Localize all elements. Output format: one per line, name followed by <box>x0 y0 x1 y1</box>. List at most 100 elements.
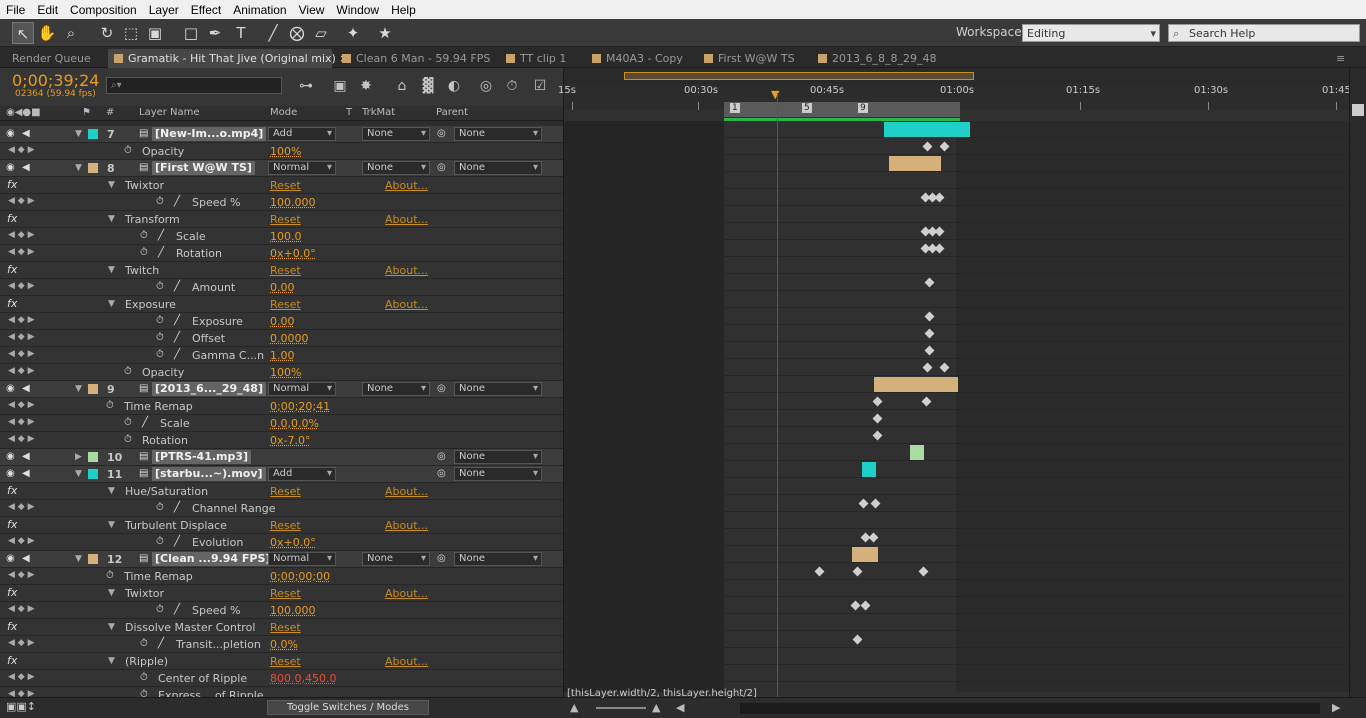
about-link[interactable]: About... <box>385 264 428 277</box>
zoom-tool-icon[interactable]: ⌕ <box>60 22 82 44</box>
blend-mode-select[interactable]: Normal ▾ <box>268 161 336 175</box>
blend-mode-select[interactable]: Add ▾ <box>268 467 336 481</box>
property-value[interactable]: 100.0 <box>270 230 302 243</box>
layer-name[interactable]: [First W@W TS] <box>152 161 255 175</box>
about-link[interactable]: About... <box>385 587 428 600</box>
keyframe-navigator-icon[interactable]: ◀ ◆ ▶ <box>8 349 35 359</box>
reset-link[interactable]: Reset <box>270 655 301 668</box>
layer-row[interactable]: ◉ ◀ ▼ 7 ▤ [New-Im...o.mp4] Add ▾ None ▾ ◎ None ▾ <box>0 126 563 143</box>
comp-mini-flowchart-icon[interactable]: ⊶ <box>296 76 316 96</box>
tab-render-queue[interactable]: Render Queue <box>6 49 106 68</box>
scroll-left-icon[interactable]: ◀ <box>676 701 684 714</box>
tab-tt-clip[interactable]: TT clip 1 <box>500 49 582 68</box>
property-row[interactable]: ◀ ◆ ▶ ⏱ ╱ Scale 100.0 <box>0 228 563 245</box>
property-value[interactable]: 800.0,450.0 <box>270 672 336 685</box>
current-time[interactable]: 0;00;39;24 <box>12 71 99 90</box>
draft-3d-icon[interactable]: ✸ <box>356 76 376 96</box>
auto-keyframe-icon[interactable]: ⏱ <box>502 76 522 96</box>
keyframe-navigator-icon[interactable]: ◀ ◆ ▶ <box>8 145 35 155</box>
fx-icon[interactable]: fx <box>7 518 17 531</box>
about-link[interactable]: About... <box>385 485 428 498</box>
graph-icon[interactable]: ╱ <box>174 502 180 513</box>
pickwhip-icon[interactable]: ◎ <box>437 128 446 139</box>
menu-edit[interactable]: Edit <box>31 3 64 17</box>
tab-2013[interactable]: 2013_6_8_8_29_48 <box>812 49 962 68</box>
layer-name[interactable]: [PTRS-41.mp3] <box>152 450 252 464</box>
pickwhip-icon[interactable]: ◎ <box>437 383 446 394</box>
label-color-swatch[interactable] <box>88 384 98 394</box>
expand-triangle-icon[interactable]: ▼ <box>75 129 82 139</box>
camera-tool-icon[interactable]: ⬚ <box>120 22 142 44</box>
menu-help[interactable]: Help <box>385 3 422 17</box>
expand-triangle-icon[interactable]: ▼ <box>75 469 82 479</box>
stopwatch-icon[interactable]: ⏱ <box>140 689 148 697</box>
audio-icon[interactable]: ◀ <box>22 383 30 394</box>
stopwatch-icon[interactable]: ⏱ <box>156 502 164 513</box>
zoom-out-icon[interactable]: ▲ <box>570 701 578 714</box>
property-row[interactable]: ◀ ◆ ▶ ⏱ ╱ Amount 0.00 <box>0 279 563 296</box>
property-value[interactable]: 100.000 <box>270 196 316 209</box>
about-link[interactable]: About... <box>385 298 428 311</box>
property-row[interactable]: ◀ ◆ ▶ ⏱ ╱ Channel Range <box>0 500 563 517</box>
stopwatch-icon[interactable]: ⏱ <box>140 638 148 649</box>
keyframe-navigator-icon[interactable]: ◀ ◆ ▶ <box>8 417 35 427</box>
visibility-eye-icon[interactable]: ◉ <box>6 128 15 139</box>
reset-link[interactable]: Reset <box>270 587 301 600</box>
property-row[interactable]: ◀ ◆ ▶ ⏱ Center of Ripple 800.0,450.0 <box>0 670 563 687</box>
selection-tool-icon[interactable]: ↖ <box>12 22 34 44</box>
eraser-tool-icon[interactable]: ▱ <box>310 22 332 44</box>
graph-icon[interactable]: ╱ <box>174 196 180 207</box>
panel-menu-icon[interactable]: ≡ <box>1330 49 1350 68</box>
stopwatch-icon[interactable]: ⏱ <box>140 230 148 241</box>
pickwhip-icon[interactable]: ◎ <box>437 451 446 462</box>
layer-11-duration-bar[interactable] <box>862 462 876 477</box>
rotation-tool-icon[interactable]: ↻ <box>96 22 118 44</box>
stopwatch-icon[interactable]: ⏱ <box>156 332 164 343</box>
fx-icon[interactable]: fx <box>7 484 17 497</box>
property-row[interactable]: ◀ ◆ ▶ ⏱ ╱ Rotation 0x+0.0° <box>0 245 563 262</box>
label-color-swatch[interactable] <box>88 452 98 462</box>
property-row[interactable]: ◀ ◆ ▶ ⏱ Time Remap 0;00;20;41 <box>0 398 563 415</box>
reset-link[interactable]: Reset <box>270 298 301 311</box>
property-row[interactable]: ◀ ◆ ▶ ⏱ ╱ Evolution 0x+0.0° <box>0 534 563 551</box>
audio-icon[interactable]: ◀ <box>22 128 30 139</box>
hand-tool-icon[interactable]: ✋ <box>36 22 58 44</box>
stopwatch-icon[interactable]: ⏱ <box>124 417 132 428</box>
layer-10-duration-bar[interactable] <box>910 445 924 460</box>
effect-row[interactable]: fx ▼ Hue/Saturation Reset About... <box>0 483 563 500</box>
keyframe-navigator-icon[interactable]: ◀ ◆ ▶ <box>8 536 35 546</box>
graph-icon[interactable]: ╱ <box>174 281 180 292</box>
parent-select[interactable]: None ▾ <box>454 382 542 396</box>
fx-icon[interactable]: fx <box>7 212 17 225</box>
graph-icon[interactable]: ╱ <box>174 332 180 343</box>
property-row[interactable]: ◀ ◆ ▶ ⏱ ╱ Speed % 100.000 <box>0 194 563 211</box>
stopwatch-icon[interactable]: ⏱ <box>140 672 148 683</box>
keyframe-navigator-icon[interactable]: ◀ ◆ ▶ <box>8 638 35 648</box>
pen-tool-icon[interactable]: ✒ <box>204 22 226 44</box>
property-value[interactable]: 0.0000 <box>270 332 309 345</box>
property-value[interactable]: 0;00;00;00 <box>270 570 330 583</box>
graph-icon[interactable]: ╱ <box>174 315 180 326</box>
pan-behind-tool-icon[interactable]: ▣ <box>144 22 166 44</box>
current-time-indicator-icon[interactable]: ▼ <box>771 88 779 101</box>
property-value[interactable]: 100.000 <box>270 604 316 617</box>
stopwatch-icon[interactable]: ⏱ <box>124 366 132 377</box>
roto-brush-tool-icon[interactable]: ✦ <box>342 22 364 44</box>
property-value[interactable]: 100% <box>270 145 301 158</box>
property-value[interactable]: 0.00 <box>270 281 295 294</box>
keyframe-navigator-icon[interactable]: ◀ ◆ ▶ <box>8 400 35 410</box>
property-row[interactable]: ◀ ◆ ▶ ⏱ ╱ Scale 0.0,0.0% <box>0 415 563 432</box>
keyframe-navigator-icon[interactable]: ◀ ◆ ▶ <box>8 672 35 682</box>
property-value[interactable]: 0x-7.0° <box>270 434 310 447</box>
stopwatch-icon[interactable]: ⏱ <box>156 281 164 292</box>
clone-stamp-tool-icon[interactable]: ⨂ <box>286 22 308 44</box>
label-color-swatch[interactable] <box>88 469 98 479</box>
visibility-eye-icon[interactable]: ◉ <box>6 162 15 173</box>
visibility-eye-icon[interactable]: ◉ <box>6 468 15 479</box>
av-switches-icon[interactable]: ◉◀●■ <box>6 107 41 118</box>
keyframe-navigator-icon[interactable]: ◀ ◆ ▶ <box>8 230 35 240</box>
layer-name[interactable]: [2013_6..._29_48] <box>152 382 266 396</box>
expand-triangle-icon[interactable]: ▼ <box>108 486 115 496</box>
rectangle-tool-icon[interactable]: □ <box>180 22 202 44</box>
about-link[interactable]: About... <box>385 179 428 192</box>
